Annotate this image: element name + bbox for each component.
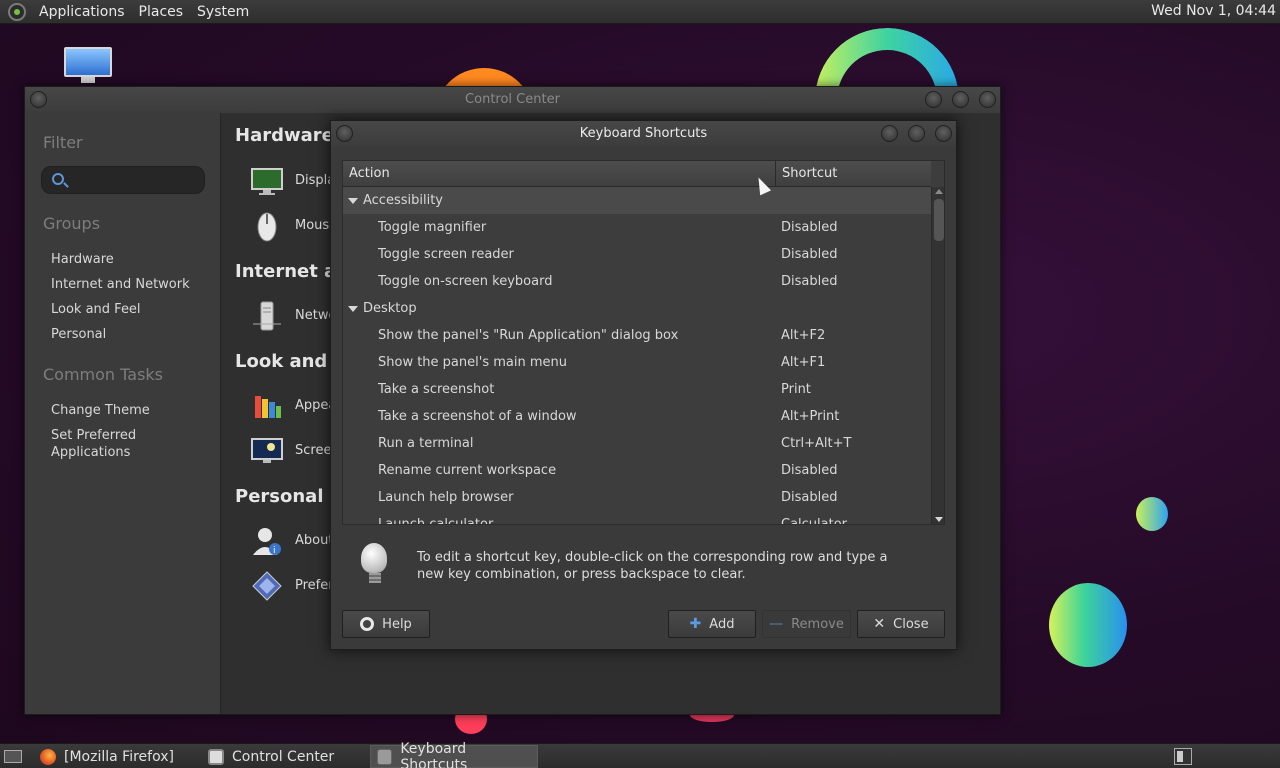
column-header-action[interactable]: Action: [343, 161, 776, 186]
network-icon: [251, 300, 283, 332]
help-lifebuoy-icon: [360, 617, 375, 631]
control-center-sidebar: Filter Groups Hardware Internet and Netw…: [25, 113, 220, 714]
section-title-hardware: Hardware: [235, 125, 334, 146]
minus-icon: —: [769, 616, 784, 632]
big-ball-decoration: [1049, 583, 1127, 667]
shortcut-row[interactable]: Show the panel's main menu Alt+F1: [343, 349, 931, 376]
show-desktop-icon[interactable]: [4, 750, 22, 763]
shortcut-row[interactable]: Launch calculator Calculator: [343, 511, 931, 524]
close-window-button[interactable]: [979, 91, 996, 108]
maximize-button[interactable]: [908, 125, 925, 142]
window-menu-button[interactable]: [30, 91, 47, 108]
workspace-switcher[interactable]: [1174, 748, 1192, 765]
expander-arrow-icon[interactable]: [348, 306, 358, 312]
filter-search-input[interactable]: [41, 166, 205, 194]
shortcut-row[interactable]: Toggle magnifier Disabled: [343, 214, 931, 241]
tree-header: Action Shortcut: [343, 161, 931, 187]
control-center-icon: [208, 748, 224, 765]
scroll-down-arrow-icon[interactable]: [935, 517, 943, 522]
display-icon: [251, 165, 283, 197]
group-link-personal[interactable]: Personal: [51, 326, 106, 343]
shortcut-row[interactable]: Take a screenshot of a window Alt+Print: [343, 403, 931, 430]
dialog-title: Keyboard Shortcuts: [579, 126, 708, 141]
lightbulb-icon: [361, 543, 389, 587]
system-menu[interactable]: System: [190, 4, 256, 20]
top-panel: Applications Places System Wed Nov 1, 04…: [0, 0, 1280, 24]
scroll-up-arrow-icon[interactable]: [935, 189, 943, 194]
taskbar-item-control-center[interactable]: Control Center: [202, 745, 340, 768]
applications-menu[interactable]: Applications: [32, 4, 132, 20]
shortcut-row[interactable]: Run a terminal Ctrl+Alt+T: [343, 430, 931, 457]
task-link-preferred-apps[interactable]: Set Preferred Applications: [51, 427, 161, 461]
window-title: Control Center: [465, 92, 560, 107]
clock[interactable]: Wed Nov 1, 04:44: [1151, 3, 1276, 19]
vertical-scrollbar[interactable]: [931, 187, 944, 524]
mouse-icon: [251, 210, 283, 242]
groups-heading: Groups: [43, 214, 101, 233]
tree-rows: Accessibility Toggle magnifier Disabled T…: [343, 187, 931, 524]
help-button[interactable]: Help: [342, 610, 430, 638]
add-button[interactable]: ✚ Add: [668, 610, 756, 638]
user-icon: i: [251, 525, 283, 557]
places-menu[interactable]: Places: [132, 4, 191, 20]
bottom-panel: [Mozilla Firefox] Control Center Keyboar…: [0, 741, 1280, 768]
appearance-icon: [251, 390, 283, 422]
expander-arrow-icon[interactable]: [348, 198, 358, 204]
computer-desktop-icon[interactable]: [64, 47, 112, 87]
window-menu-button[interactable]: [336, 125, 353, 142]
section-title-personal: Personal: [235, 486, 324, 507]
close-button[interactable]: ✕ Close: [857, 610, 945, 638]
firefox-icon: [40, 748, 56, 765]
preferred-apps-icon: [251, 570, 283, 602]
close-icon: ✕: [873, 616, 886, 632]
group-link-internet[interactable]: Internet and Network: [51, 276, 190, 293]
category-row-desktop[interactable]: Desktop: [343, 295, 931, 322]
category-row-accessibility[interactable]: Accessibility: [343, 187, 931, 214]
keyboard-icon: [377, 748, 393, 765]
taskbar-item-keyboard-shortcuts[interactable]: Keyboard Shortcuts: [370, 741, 538, 768]
group-link-hardware[interactable]: Hardware: [51, 251, 114, 268]
minimize-button[interactable]: [925, 91, 942, 108]
common-tasks-heading: Common Tasks: [43, 365, 164, 384]
shortcut-row[interactable]: Rename current workspace Disabled: [343, 457, 931, 484]
mate-logo-icon[interactable]: [8, 2, 26, 21]
edit-hint-text: To edit a shortcut key, double-click on …: [417, 550, 888, 582]
remove-button[interactable]: — Remove: [762, 610, 851, 638]
shortcuts-tree[interactable]: Action Shortcut Accessibility Toggle mag…: [342, 160, 945, 525]
screensaver-icon: [251, 435, 283, 467]
shortcut-row[interactable]: Launch help browser Disabled: [343, 484, 931, 511]
scrollbar-thumb[interactable]: [934, 199, 944, 241]
shortcut-row[interactable]: Toggle screen reader Disabled: [343, 241, 931, 268]
small-ball-decoration: [1136, 497, 1168, 531]
close-window-button[interactable]: [935, 125, 952, 142]
column-header-shortcut[interactable]: Shortcut: [776, 161, 931, 186]
control-center-titlebar[interactable]: Control Center: [25, 87, 1000, 113]
svg-text:i: i: [273, 546, 276, 556]
plus-icon: ✚: [689, 616, 702, 632]
keyboard-shortcuts-dialog: Keyboard Shortcuts Action Shortcut Acces…: [330, 120, 957, 650]
task-link-change-theme[interactable]: Change Theme: [51, 402, 150, 419]
maximize-button[interactable]: [952, 91, 969, 108]
filter-heading: Filter: [43, 133, 83, 152]
taskbar-item-firefox[interactable]: [Mozilla Firefox]: [34, 745, 180, 768]
search-icon: [52, 173, 64, 185]
minimize-button[interactable]: [881, 125, 898, 142]
shortcut-row[interactable]: Toggle on-screen keyboard Disabled: [343, 268, 931, 295]
group-link-look-and-feel[interactable]: Look and Feel: [51, 301, 141, 318]
shortcut-row[interactable]: Show the panel's "Run Application" dialo…: [343, 322, 931, 349]
shortcut-row[interactable]: Take a screenshot Print: [343, 376, 931, 403]
keyboard-shortcuts-titlebar[interactable]: Keyboard Shortcuts: [331, 121, 956, 147]
